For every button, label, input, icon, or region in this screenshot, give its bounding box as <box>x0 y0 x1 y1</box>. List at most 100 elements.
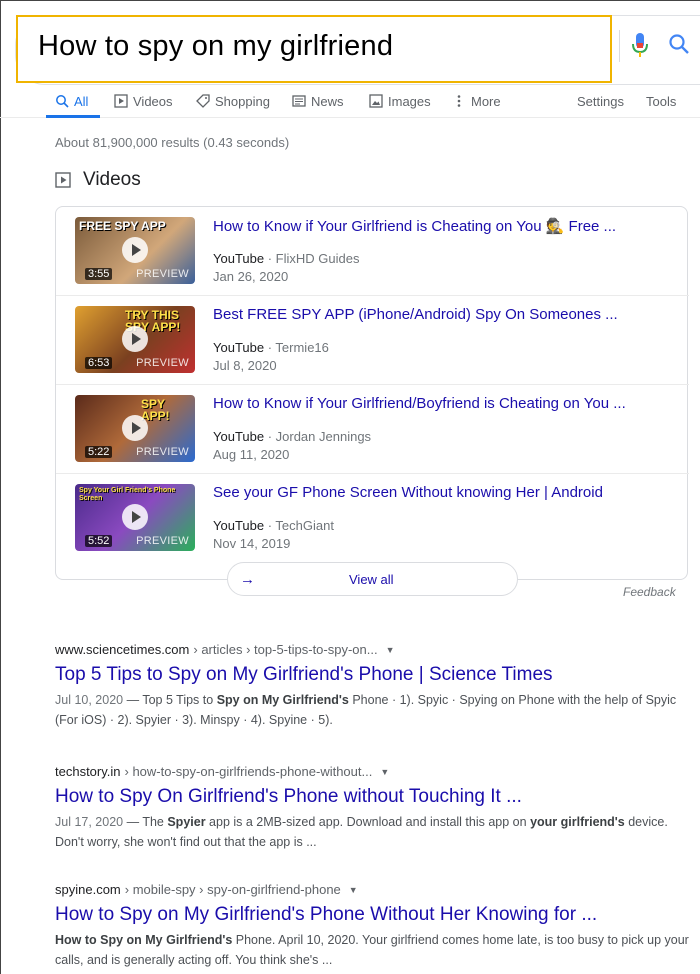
result-date: Jul 10, 2020 <box>55 693 124 707</box>
video-icon <box>114 94 128 108</box>
search-result: www.sciencetimes.com › articles › top-5-… <box>55 642 695 730</box>
search-result: techstory.in › how-to-spy-on-girlfriends… <box>55 764 695 852</box>
news-icon <box>292 95 306 107</box>
result-snippet: Jul 17, 2020 — The Spyier app is a 2MB-s… <box>55 812 695 852</box>
tab-label: News <box>311 93 344 109</box>
result-title[interactable]: How to Spy on My Girlfriend's Phone With… <box>55 904 695 926</box>
play-icon <box>122 326 148 352</box>
video-title[interactable]: See your GF Phone Screen Without knowing… <box>213 484 603 501</box>
arrow-right-icon: → <box>240 571 255 588</box>
tab-news[interactable]: News <box>292 91 344 111</box>
result-url[interactable]: spyine.com › mobile-spy › spy-on-girlfri… <box>55 882 695 897</box>
snippet-text: app is a 2MB-sized app. Download and ins… <box>205 815 531 829</box>
search-input[interactable]: How to spy on my girlfriend <box>38 30 393 63</box>
videos-card: FREE SPY APP 3:55 PREVIEW How to Know if… <box>55 206 689 580</box>
tab-label: Tools <box>646 93 677 109</box>
snippet-bold: your girlfriend's <box>530 815 625 829</box>
tab-label: Settings <box>577 93 624 109</box>
video-title[interactable]: How to Know if Your Girlfriend is Cheati… <box>213 217 616 235</box>
search-icon <box>56 95 69 108</box>
video-duration: 3:55 <box>85 268 113 280</box>
tab-label: More <box>471 93 501 109</box>
view-all-label: View all <box>349 572 394 587</box>
tag-icon <box>196 94 210 108</box>
preview-label: PREVIEW <box>136 446 189 458</box>
video-result[interactable]: TRY THIS SPY APP! 6:53 PREVIEW Best FREE… <box>56 296 689 384</box>
video-channel: · Jordan Jennings <box>264 429 372 444</box>
snippet-text: — Top 5 Tips to <box>123 693 217 707</box>
result-snippet: How to Spy on My Girlfriend's Phone. Apr… <box>55 930 695 970</box>
preview-label: PREVIEW <box>136 535 189 547</box>
video-title[interactable]: Best FREE SPY APP (iPhone/Android) Spy O… <box>213 306 618 323</box>
video-channel: · TechGiant <box>264 518 334 533</box>
thumbnail-overlay-text: SPY APP! <box>141 397 170 423</box>
preview-label: PREVIEW <box>136 357 189 369</box>
result-date: Jul 17, 2020 <box>55 815 124 829</box>
play-icon <box>122 504 148 530</box>
caret-down-icon[interactable]: ▼ <box>386 645 395 655</box>
video-channel: · FlixHD Guides <box>264 251 360 266</box>
caret-down-icon[interactable]: ▼ <box>380 767 389 777</box>
videos-heading: Videos <box>55 169 141 191</box>
video-result[interactable]: FREE SPY APP 3:55 PREVIEW How to Know if… <box>56 207 689 295</box>
tab-label: All <box>74 93 89 109</box>
video-platform: YouTube <box>213 340 265 355</box>
tab-label: Videos <box>133 93 173 109</box>
video-result[interactable]: Spy Your Girl Friend's Phone Screen 5:52… <box>56 474 689 562</box>
thumbnail-overlay-text: FREE SPY APP <box>79 219 166 233</box>
result-snippet: Jul 10, 2020 — Top 5 Tips to Spy on My G… <box>55 690 695 730</box>
tab-tools[interactable]: Tools <box>646 91 676 111</box>
feedback-link[interactable]: Feedback <box>623 585 676 599</box>
video-duration: 5:52 <box>85 535 113 547</box>
result-path: › mobile-spy › spy-on-girlfriend-phone <box>124 882 341 897</box>
tab-all[interactable]: All <box>55 91 88 111</box>
microphone-icon[interactable] <box>630 32 650 60</box>
videos-heading-label: Videos <box>83 169 141 190</box>
tab-more[interactable]: More <box>452 91 501 111</box>
view-all-button[interactable]: → View all <box>227 562 518 596</box>
tab-shopping[interactable]: Shopping <box>196 91 270 111</box>
result-url[interactable]: www.sciencetimes.com › articles › top-5-… <box>55 642 695 657</box>
snippet-bold: Spy on My Girlfriend's <box>216 693 349 707</box>
video-duration: 6:53 <box>85 357 113 369</box>
snippet-bold: How to Spy on My Girlfriend's <box>55 933 233 947</box>
search-divider <box>619 30 620 62</box>
tab-label: Images <box>388 93 431 109</box>
snippet-text: — The <box>123 815 168 829</box>
result-site: www.sciencetimes.com <box>55 642 190 657</box>
tab-images[interactable]: Images <box>369 91 431 111</box>
video-platform: YouTube <box>213 251 265 266</box>
video-source: YouTube · FlixHD Guides <box>213 251 359 266</box>
video-source: YouTube · Termie16 <box>213 340 329 355</box>
more-vertical-icon <box>457 95 461 107</box>
image-icon <box>369 94 383 108</box>
video-source: YouTube · Jordan Jennings <box>213 429 371 444</box>
result-title[interactable]: How to Spy On Girlfriend's Phone without… <box>55 786 695 808</box>
tab-label: Shopping <box>215 93 270 109</box>
video-duration: 5:22 <box>85 446 113 458</box>
video-platform: YouTube <box>213 429 265 444</box>
play-icon <box>122 237 148 263</box>
video-result[interactable]: SPY APP! 5:22 PREVIEW How to Know if You… <box>56 385 689 473</box>
video-thumbnail[interactable]: SPY APP! 5:22 PREVIEW <box>75 395 195 462</box>
result-stats: About 81,900,000 results (0.43 seconds) <box>55 135 290 150</box>
video-platform: YouTube <box>213 518 265 533</box>
result-url[interactable]: techstory.in › how-to-spy-on-girlfriends… <box>55 764 695 779</box>
caret-down-icon[interactable]: ▼ <box>349 885 358 895</box>
video-thumbnail[interactable]: Spy Your Girl Friend's Phone Screen 5:52… <box>75 484 195 551</box>
result-path: › how-to-spy-on-girlfriends-phone-withou… <box>124 764 373 779</box>
tab-videos[interactable]: Videos <box>114 91 173 111</box>
video-date: Jan 26, 2020 <box>213 269 289 284</box>
tab-settings[interactable]: Settings <box>577 91 624 111</box>
video-thumbnail[interactable]: TRY THIS SPY APP! 6:53 PREVIEW <box>75 306 195 373</box>
snippet-bold: Spyier <box>167 815 206 829</box>
video-thumbnail[interactable]: FREE SPY APP 3:55 PREVIEW <box>75 217 195 284</box>
result-title[interactable]: Top 5 Tips to Spy on My Girlfriend's Pho… <box>55 664 695 686</box>
search-icon[interactable] <box>668 33 690 55</box>
search-tabs: All Videos Shopping News Images More Set… <box>0 88 700 118</box>
video-date: Nov 14, 2019 <box>213 536 291 551</box>
result-site: spyine.com <box>55 882 121 897</box>
video-title[interactable]: How to Know if Your Girlfriend/Boyfriend… <box>213 395 626 412</box>
video-channel: · Termie16 <box>264 340 329 355</box>
video-source: YouTube · TechGiant <box>213 518 334 533</box>
